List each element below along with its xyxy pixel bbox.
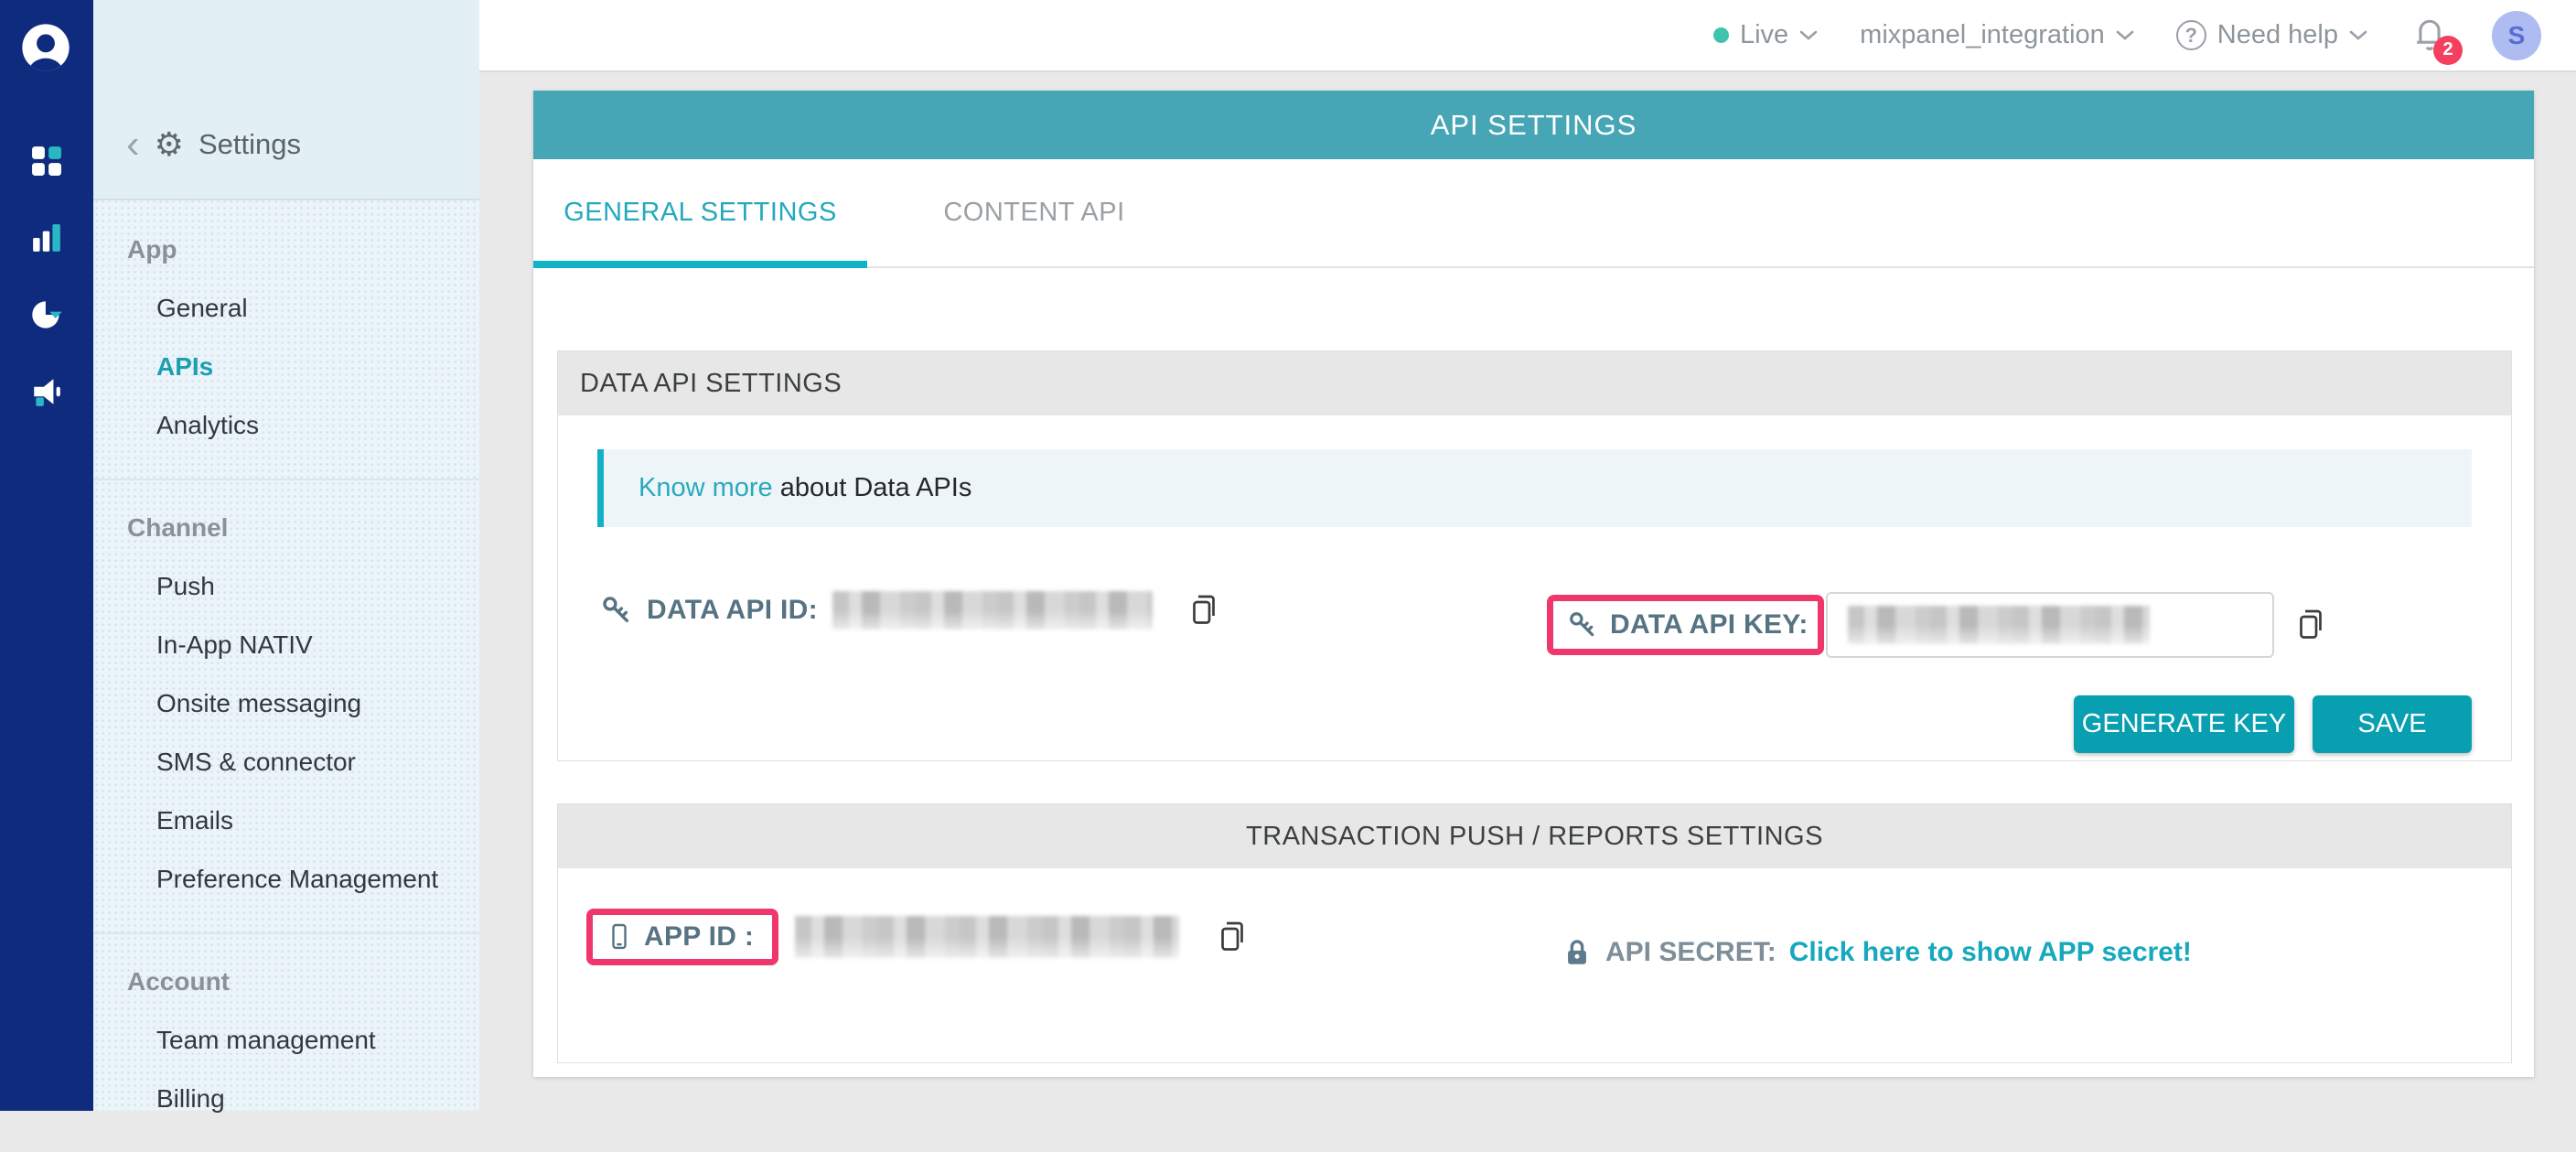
app-id-label: APP ID :	[644, 921, 754, 953]
app-id-highlight: APP ID :	[586, 909, 778, 965]
sidebar-item-apis[interactable]: APIs	[93, 338, 479, 396]
main-content: API SETTINGS GENERAL SETTINGS CONTENT AP…	[479, 74, 2576, 1111]
data-api-key-value-redacted	[1848, 606, 2150, 644]
sidebar-body: App General APIs Analytics Channel Push …	[93, 202, 479, 1111]
app-icon-rail	[0, 0, 93, 1111]
environment-label: Live	[1740, 20, 1788, 50]
chevron-down-icon	[2349, 30, 2367, 41]
tabs-bar: GENERAL SETTINGS CONTENT API	[533, 159, 2534, 268]
top-bar: Live mixpanel_integration ? Need help 2 …	[479, 0, 2576, 72]
back-chevron-icon[interactable]: ‹	[126, 126, 140, 163]
sidebar-item-team-management[interactable]: Team management	[93, 1011, 479, 1070]
pie-chart-icon[interactable]	[25, 296, 69, 333]
sidebar-item-emails[interactable]: Emails	[93, 791, 479, 850]
sidebar-item-billing[interactable]: Billing	[93, 1070, 479, 1128]
dashboard-grid-icon[interactable]	[25, 143, 69, 179]
know-more-link[interactable]: Know more	[639, 473, 773, 502]
environment-dropdown[interactable]: Live	[1713, 20, 1818, 50]
data-api-key-input[interactable]	[1826, 592, 2274, 658]
copy-icon[interactable]	[1216, 919, 1249, 955]
app-id-value-redacted	[795, 916, 1179, 958]
generate-key-button[interactable]: GENERATE KEY	[2074, 695, 2294, 753]
megaphone-icon[interactable]	[25, 373, 69, 410]
data-api-id-value-redacted	[832, 591, 1153, 630]
copy-icon[interactable]	[1187, 592, 1220, 629]
gear-icon: ⚙	[155, 126, 184, 163]
sidebar-item-preference-management[interactable]: Preference Management	[93, 850, 479, 909]
mobile-phone-icon	[607, 922, 631, 952]
user-avatar[interactable]: S	[2492, 11, 2541, 60]
transaction-settings-header: TRANSACTION PUSH / REPORTS SETTINGS	[558, 804, 2511, 868]
key-icon	[1568, 610, 1597, 640]
brand-logo-icon[interactable]	[20, 22, 71, 73]
section-label-app: App	[93, 221, 479, 279]
data-api-key-label: DATA API KEY:	[1610, 609, 1809, 641]
question-icon: ?	[2176, 20, 2206, 50]
data-api-id-label: DATA API ID:	[647, 595, 818, 626]
sidebar-item-general[interactable]: General	[93, 279, 479, 338]
data-api-settings-section: DATA API SETTINGS Know more about Data A…	[557, 350, 2512, 761]
sidebar-section-channel: Channel Push In-App NATIV Onsite messagi…	[93, 479, 479, 932]
tab-general-settings[interactable]: GENERAL SETTINGS	[533, 159, 867, 266]
api-secret-label: API SECRET:	[1605, 937, 1776, 968]
section-label-channel: Channel	[93, 499, 479, 557]
need-help-label: Need help	[2217, 20, 2338, 50]
project-dropdown[interactable]: mixpanel_integration	[1860, 20, 2134, 50]
settings-sidebar: ‹ ⚙ Settings App General APIs Analytics …	[93, 0, 479, 1111]
data-api-key-highlight: DATA API KEY:	[1547, 595, 1824, 655]
data-api-settings-header: DATA API SETTINGS	[558, 351, 2511, 415]
notification-badge: 2	[2433, 36, 2463, 65]
need-help-dropdown[interactable]: ? Need help	[2176, 20, 2367, 50]
live-status-dot	[1713, 27, 1729, 43]
bar-chart-icon[interactable]	[25, 220, 69, 256]
section-label-account: Account	[93, 953, 479, 1011]
sidebar-item-push[interactable]: Push	[93, 557, 479, 616]
chevron-down-icon	[1799, 30, 1818, 41]
know-more-text: about Data APIs	[773, 473, 972, 502]
show-app-secret-link[interactable]: Click here to show APP secret!	[1789, 937, 2192, 968]
copy-icon[interactable]	[2294, 607, 2327, 643]
sidebar-item-inapp-nativ[interactable]: In-App NATIV	[93, 616, 479, 674]
secret-lock-icon	[1562, 937, 1593, 968]
save-button[interactable]: SAVE	[2313, 695, 2472, 753]
api-secret-row: API SECRET: Click here to show APP secre…	[1562, 937, 2192, 968]
data-api-actions: GENERATE KEY SAVE	[2074, 695, 2472, 753]
notifications-button[interactable]: 2	[2410, 14, 2450, 58]
project-name: mixpanel_integration	[1860, 20, 2105, 50]
key-icon	[601, 595, 632, 626]
sidebar-title: Settings	[199, 128, 301, 161]
sidebar-header: ‹ ⚙ Settings	[93, 0, 479, 200]
sidebar-section-account: Account Team management Billing	[93, 932, 479, 1152]
sidebar-section-app: App General APIs Analytics	[93, 202, 479, 479]
data-api-id-row: DATA API ID:	[601, 591, 1220, 630]
sidebar-item-onsite-messaging[interactable]: Onsite messaging	[93, 674, 479, 733]
page-title: API SETTINGS	[533, 91, 2534, 159]
api-settings-card: API SETTINGS GENERAL SETTINGS CONTENT AP…	[533, 91, 2534, 1077]
transaction-settings-section: TRANSACTION PUSH / REPORTS SETTINGS APP …	[557, 803, 2512, 1063]
app-id-row: APP ID :	[586, 909, 1249, 965]
tab-content-api[interactable]: CONTENT API	[867, 159, 1201, 266]
sidebar-item-sms-connector[interactable]: SMS & connector	[93, 733, 479, 791]
know-more-info-box: Know more about Data APIs	[597, 449, 2472, 527]
sidebar-item-analytics[interactable]: Analytics	[93, 396, 479, 455]
chevron-down-icon	[2116, 30, 2134, 41]
data-api-key-row: DATA API KEY:	[1547, 592, 2327, 658]
